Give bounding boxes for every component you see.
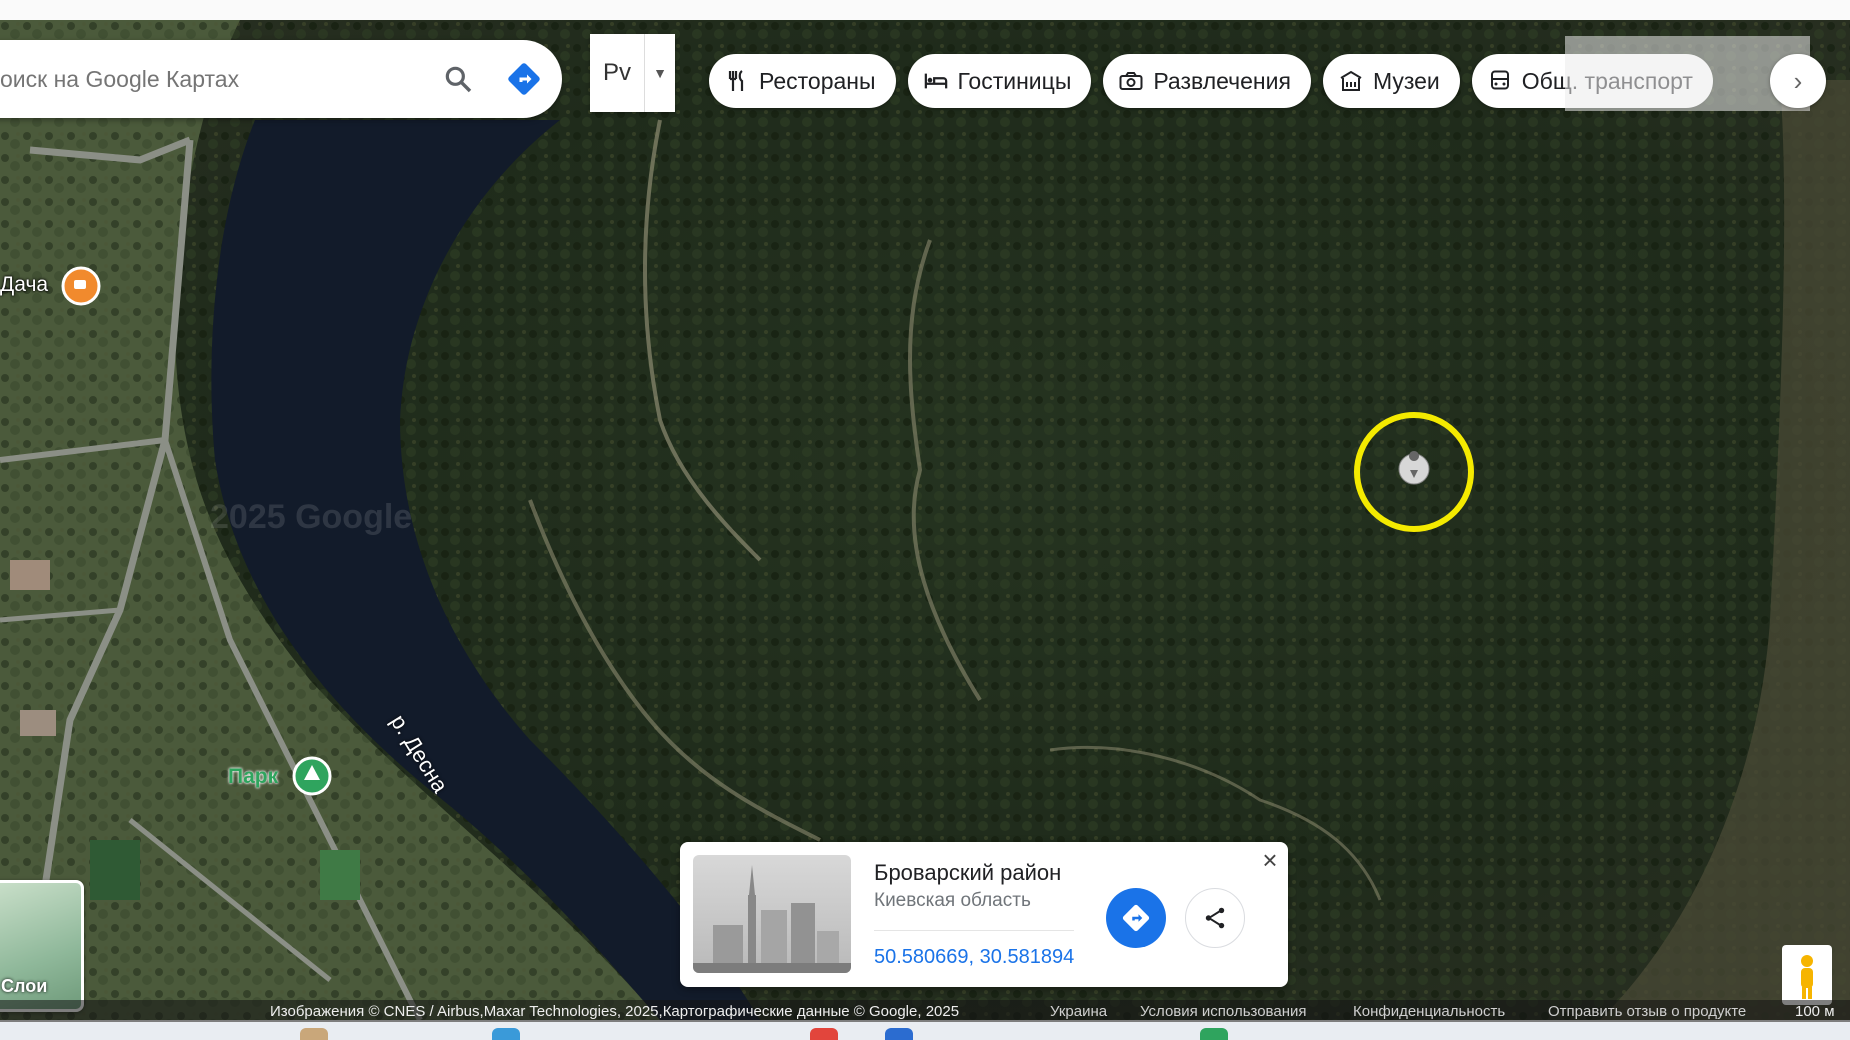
chips-next-button[interactable]: › (1770, 54, 1826, 108)
language-selector[interactable]: Рv ▼ (590, 34, 675, 112)
camera-icon (1119, 69, 1143, 93)
park-marker-icon[interactable] (292, 756, 332, 796)
chevron-right-icon: › (1793, 65, 1803, 96)
feedback-link[interactable]: Отправить отзыв о продукте (1548, 1003, 1746, 1020)
chip-label: Гостиницы (957, 67, 1072, 94)
close-icon[interactable]: × (1258, 847, 1282, 873)
share-icon (1205, 907, 1225, 929)
language-label: Рv (590, 34, 645, 112)
taskbar (0, 1022, 1850, 1040)
place-coordinates[interactable]: 50.580669, 30.581894 (874, 946, 1074, 969)
directions-icon (508, 63, 540, 95)
chip-restaurants[interactable]: Рестораны (709, 54, 896, 108)
directions-icon (1122, 904, 1150, 932)
layers-button[interactable]: Слои (0, 880, 84, 1012)
taskbar-app-icon[interactable] (885, 1028, 913, 1040)
chip-label: Музеи (1372, 67, 1440, 94)
chip-label: Развлечения (1153, 67, 1291, 94)
imagery-attribution: Изображения © CNES / Airbus,Maxar Techno… (270, 1003, 960, 1020)
pegman-button[interactable] (1782, 945, 1832, 1005)
fork-knife-icon (725, 69, 749, 93)
card-directions-button[interactable] (1106, 888, 1166, 948)
place-label-park[interactable]: Парк (228, 765, 278, 789)
taskbar-app-icon[interactable] (1200, 1028, 1228, 1040)
museum-icon (1339, 69, 1363, 93)
map-watermark: 2025 Google (210, 498, 413, 536)
place-thumbnail[interactable] (693, 855, 851, 973)
share-button[interactable] (1185, 888, 1245, 948)
place-subtitle: Киевская область (874, 890, 1031, 911)
chip-hotels[interactable]: Гостиницы (907, 54, 1092, 108)
place-title: Броварский район (874, 860, 1062, 885)
taskbar-app-icon[interactable] (492, 1028, 520, 1040)
place-card[interactable]: Броварский район Киевская область 50.580… (680, 842, 1288, 987)
window-top-strip (0, 0, 1850, 20)
scale-label[interactable]: 100 м (1795, 1003, 1835, 1020)
cafe-marker-icon[interactable] (61, 266, 101, 306)
bed-icon (924, 69, 948, 93)
taskbar-app-icon[interactable] (810, 1028, 838, 1040)
directions-button[interactable] (496, 51, 552, 107)
privacy-link[interactable]: Конфиденциальность (1353, 1003, 1505, 1020)
terms-link[interactable]: Условия использования (1140, 1003, 1307, 1020)
taskbar-app-icon[interactable] (300, 1028, 328, 1040)
chip-museums[interactable]: Музеи (1322, 54, 1460, 108)
search-input[interactable] (0, 64, 430, 94)
search-box[interactable] (0, 40, 562, 118)
pegman-icon (1801, 955, 1813, 999)
search-button[interactable] (430, 51, 486, 107)
bus-icon (1488, 69, 1512, 93)
country-link[interactable]: Украина (1050, 1003, 1107, 1020)
search-icon (445, 66, 472, 93)
place-label-dacha[interactable]: Дача (0, 273, 48, 297)
chevron-down-icon[interactable]: ▼ (645, 34, 675, 112)
layers-label: Слои (1, 976, 48, 996)
card-divider (874, 930, 1074, 931)
attribution-bar: Изображения © CNES / Airbus,Maxar Techno… (0, 1000, 1850, 1022)
chip-entertainment[interactable]: Развлечения (1103, 54, 1311, 108)
chip-label: Рестораны (759, 67, 876, 94)
category-chips: Рестораны Гостиницы Развлечения Музеи Об… (709, 54, 1713, 108)
city-illustration-icon (693, 865, 851, 973)
